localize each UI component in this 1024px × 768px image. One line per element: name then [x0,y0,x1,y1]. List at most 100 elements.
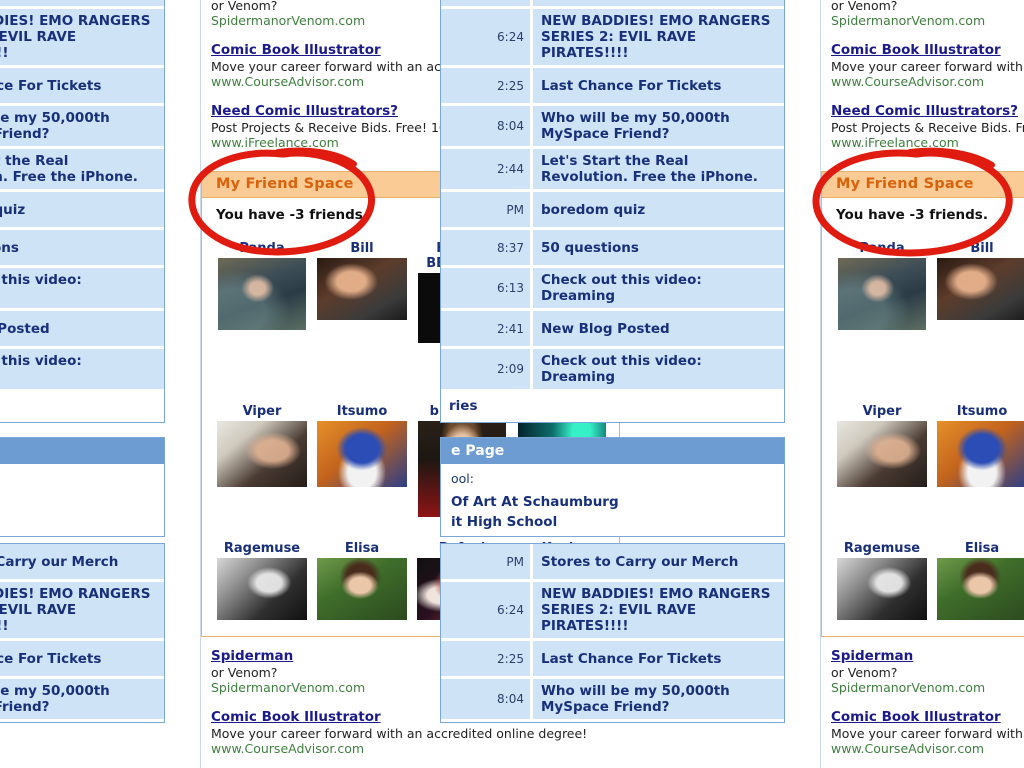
bulletin-more-link[interactable]: ries [0,392,164,422]
bulletin-row[interactable]: 6:24NEW BADDIES! EMO RANGERS SERIES 2: E… [441,9,784,68]
friend-name-link[interactable]: Viper [214,404,310,419]
friend-cell[interactable]: Itsumo [932,404,1024,487]
friend-thumbnail[interactable] [217,421,307,487]
bulletin-row[interactable]: PMStores to Carry our Merch [0,544,164,582]
friend-cell[interactable]: Panda [212,241,312,330]
bulletin-title[interactable]: Last Chance For Tickets [533,68,784,103]
bulletin-row[interactable]: 2:44Let's Start the Real Revolution. Fre… [0,149,164,192]
bulletin-row[interactable]: PMStores to Carry our Merch [441,544,784,582]
friend-name-link[interactable]: Itsumo [934,404,1024,419]
bulletin-row[interactable]: PMStores to Carry our Merch [441,0,784,9]
bulletin-row[interactable]: PMboredom quiz [441,192,784,230]
friend-thumbnail[interactable] [937,258,1024,320]
bulletin-row[interactable]: 2:09Check out this video: Dreaming [0,349,164,392]
friend-thumbnail[interactable] [838,258,926,330]
bulletin-row[interactable]: 8:3750 questions [0,230,164,268]
bulletin-row[interactable]: 6:13Check out this video: Dreaming [0,268,164,311]
bulletin-title[interactable]: Check out this video: Dreaming [533,349,784,389]
friend-cell[interactable]: Viper [212,404,312,487]
bulletin-title[interactable]: NEW BADDIES! EMO RANGERS SERIES 2: EVIL … [533,582,784,638]
ad-item[interactable]: Spidermanor Venom?SpidermanorVenom.com [831,0,1024,28]
friend-thumbnail[interactable] [317,258,407,320]
ad-title-link[interactable]: Need Comic Illustrators? [211,103,398,119]
bulletin-title[interactable]: New Blog Posted [533,311,784,346]
bulletin-row[interactable]: 6:24NEW BADDIES! EMO RANGERS SERIES 2: E… [441,582,784,641]
bulletin-title[interactable]: Stores to Carry our Merch [533,0,784,6]
bulletin-title[interactable]: NEW BADDIES! EMO RANGERS SERIES 2: EVIL … [0,9,164,65]
friend-thumbnail[interactable] [317,421,407,487]
friend-thumbnail[interactable] [217,558,307,620]
bulletin-title[interactable]: Check out this video: Dreaming [0,349,164,389]
friend-cell[interactable]: Ragemuse [832,541,932,620]
friend-name-link[interactable]: Elisa [314,541,410,556]
friend-thumbnail[interactable] [317,558,407,620]
friend-cell[interactable]: Panda [832,241,932,330]
bulletin-title[interactable]: Stores to Carry our Merch [533,544,784,579]
bulletin-row[interactable]: 2:41New Blog Posted [441,311,784,349]
friend-thumbnail[interactable] [937,421,1024,487]
bulletin-row[interactable]: 2:44Let's Start the Real Revolution. Fre… [441,149,784,192]
bulletin-row[interactable]: 6:13Check out this video: Dreaming [441,268,784,311]
bulletin-title[interactable]: boredom quiz [533,192,784,227]
bulletin-title[interactable]: Check out this video: Dreaming [0,268,164,308]
ad-title-link[interactable]: Comic Book Illustrator [831,42,1001,58]
friend-name-link[interactable]: Ragemuse [834,541,930,556]
bulletin-row[interactable]: 2:25Last Chance For Tickets [441,641,784,679]
friend-thumbnail[interactable] [937,558,1024,620]
bulletin-row[interactable]: PMboredom quiz [0,192,164,230]
bulletin-title[interactable]: Let's Start the Real Revolution. Free th… [0,149,164,189]
friend-cell[interactable]: Elisa [932,541,1024,620]
friend-cell[interactable]: Viper [832,404,932,487]
ad-title-link[interactable]: Comic Book Illustrator [211,42,381,58]
friend-name-link[interactable]: Elisa [934,541,1024,556]
bulletin-row[interactable]: 2:41New Blog Posted [0,311,164,349]
bulletin-row[interactable]: 8:04Who will be my 50,000th MySpace Frie… [441,106,784,149]
ad-item[interactable]: Need Comic Illustrators?Post Projects & … [831,100,1024,150]
friend-name-link[interactable]: Ragemuse [214,541,310,556]
friend-cell[interactable]: Itsumo [312,404,412,487]
bulletin-row[interactable]: 6:24NEW BADDIES! EMO RANGERS SERIES 2: E… [0,582,164,641]
ad-title-link[interactable]: Comic Book Illustrator [211,709,381,725]
ad-title-link[interactable]: Need Comic Illustrators? [831,103,1018,119]
bulletin-row[interactable]: 8:04Who will be my 50,000th MySpace Frie… [0,679,164,722]
bulletin-more-link-dup[interactable]: ries [441,392,784,422]
friend-thumbnail[interactable] [837,421,927,487]
bulletin-row[interactable]: 6:24NEW BADDIES! EMO RANGERS SERIES 2: E… [0,9,164,68]
bulletin-row[interactable]: 8:3750 questions [441,230,784,268]
bulletin-row[interactable]: 2:25Last Chance For Tickets [441,68,784,106]
bulletin-row[interactable]: 8:04Who will be my 50,000th MySpace Frie… [0,106,164,149]
bulletin-title[interactable]: New Blog Posted [0,311,164,346]
friend-cell[interactable]: Bill [932,241,1024,320]
bulletin-title[interactable]: 50 questions [0,230,164,265]
ad-title-link[interactable]: Spiderman [831,648,913,664]
friend-cell[interactable]: Bill [312,241,412,320]
bulletin-title[interactable]: Who will be my 50,000th MySpace Friend? [533,106,784,146]
bulletin-row[interactable]: 8:04Who will be my 50,000th MySpace Frie… [441,679,784,722]
ad-item[interactable]: Spidermanor Venom?SpidermanorVenom.com [831,645,1024,695]
friend-cell[interactable]: Elisa [312,541,412,620]
bulletin-title[interactable]: Stores to Carry our Merch [0,544,164,579]
bulletin-title[interactable]: Check out this video: Dreaming [533,268,784,308]
bulletin-title[interactable]: 50 questions [533,230,784,265]
bulletin-row[interactable]: 2:09Check out this video: Dreaming [441,349,784,392]
friend-name-link[interactable]: Panda [214,241,310,256]
bulletin-title[interactable]: Stores to Carry our Merch [0,0,164,6]
bulletin-row[interactable]: 2:25Last Chance For Tickets [0,68,164,106]
bulletin-title[interactable]: Who will be my 50,000th MySpace Friend? [0,679,164,719]
friend-name-link[interactable]: Viper [834,404,930,419]
ad-item[interactable]: Comic Book Illustrator Move your career f… [831,39,1024,89]
friend-thumbnail[interactable] [837,558,927,620]
friend-name-link[interactable]: Bill [934,241,1024,256]
bulletin-title[interactable]: Who will be my 50,000th MySpace Friend? [0,106,164,146]
bulletin-title[interactable]: Let's Start the Real Revolution. Free th… [533,149,784,189]
friend-name-link[interactable]: Bill [314,241,410,256]
bulletin-title[interactable]: boredom quiz [0,192,164,227]
bulletin-title[interactable]: Last Chance For Tickets [0,68,164,103]
bulletin-title[interactable]: NEW BADDIES! EMO RANGERS SERIES 2: EVIL … [533,9,784,65]
ad-title-link[interactable]: Comic Book Illustrator [831,709,1001,725]
bulletin-row[interactable]: 2:25Last Chance For Tickets [0,641,164,679]
friend-name-link[interactable]: Panda [834,241,930,256]
bulletin-title[interactable]: Last Chance For Tickets [533,641,784,676]
bulletin-row[interactable]: PMStores to Carry our Merch [0,0,164,9]
ad-title-link[interactable]: Spiderman [211,648,293,664]
